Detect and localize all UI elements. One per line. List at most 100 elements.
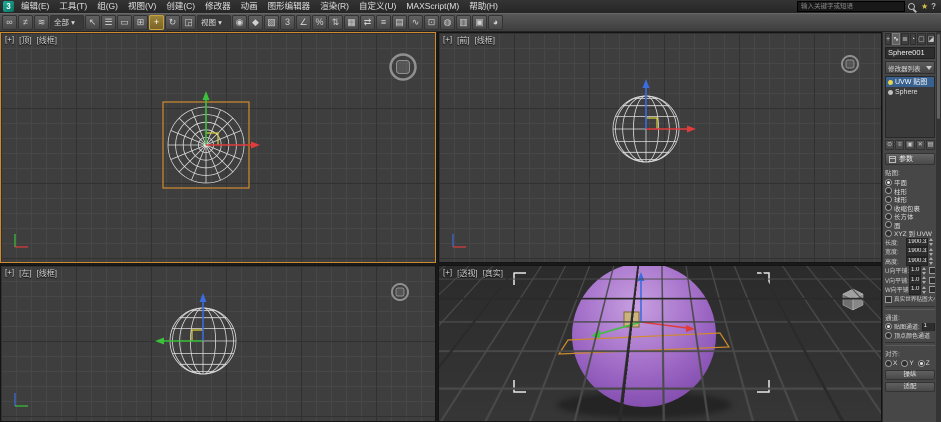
flip-checkbox[interactable] xyxy=(929,267,935,275)
mirror-icon[interactable]: ⇄ xyxy=(360,15,375,30)
manipulate-button[interactable]: 操纵 xyxy=(885,369,935,380)
menu-item[interactable]: 修改器 xyxy=(200,0,236,13)
render-setup-icon[interactable]: ▥ xyxy=(456,15,471,30)
parameters-rollout-header[interactable]: 参数 xyxy=(885,153,935,165)
modifier-visibility-icon[interactable] xyxy=(888,89,893,95)
flip-checkbox[interactable] xyxy=(929,286,935,294)
scrollbar-thumb[interactable] xyxy=(937,34,940,119)
viewport-menu-button[interactable]: [+] xyxy=(5,35,14,46)
mapping-option[interactable]: 长方体 xyxy=(885,212,935,221)
app-logo-icon[interactable]: 3 xyxy=(3,1,14,12)
menu-item[interactable]: 帮助(H) xyxy=(464,0,503,13)
viewport-navigation-icon[interactable] xyxy=(391,283,409,301)
viewport-perspective[interactable]: [+] [透视] [真实] xyxy=(438,265,882,422)
viewport-shading-button[interactable]: [线框] xyxy=(475,35,495,46)
menu-item[interactable]: 渲染(R) xyxy=(315,0,354,13)
viewport-shading-button[interactable]: [线框] xyxy=(37,35,57,46)
select-and-rotate-icon[interactable]: ↻ xyxy=(165,15,180,30)
menu-item[interactable]: 图形编辑器 xyxy=(263,0,316,13)
select-object-icon[interactable]: ↖ xyxy=(85,15,100,30)
pin-stack-icon[interactable]: ⊙ xyxy=(885,140,895,150)
object-name-field[interactable]: Sphere001 xyxy=(885,47,935,59)
unlink-selection-icon[interactable]: ≠ xyxy=(18,15,33,30)
viewport-front[interactable]: [+] [前] [线框] xyxy=(438,32,882,263)
select-and-manipulate-icon[interactable]: ◆ xyxy=(248,15,263,30)
select-by-name-icon[interactable]: ☰ xyxy=(101,15,116,30)
viewport-navigation-icon[interactable] xyxy=(389,53,417,81)
value-field[interactable]: 1.0 xyxy=(909,285,921,295)
create-tab[interactable]: + xyxy=(885,33,892,45)
value-field[interactable]: 1.0 xyxy=(909,266,921,276)
spinner-snap-icon[interactable]: ⇅ xyxy=(328,15,343,30)
viewport-menu-button[interactable]: [+] xyxy=(443,35,452,46)
mapping-option[interactable]: 球形 xyxy=(885,195,935,204)
value-field[interactable]: 1900.32 xyxy=(906,256,928,266)
configure-modifier-sets-icon[interactable]: ▤ xyxy=(925,140,936,150)
menu-item[interactable]: 动画 xyxy=(236,0,263,13)
modifier-list-dropdown[interactable]: 修改器列表 xyxy=(885,61,935,74)
align-axis-option[interactable]: Y xyxy=(901,359,914,367)
viewport-shading-button[interactable]: [线框] xyxy=(37,268,57,279)
viewport-view-button[interactable]: [前] xyxy=(457,35,469,46)
show-end-result-icon[interactable]: ≡ xyxy=(895,140,905,150)
render-production-icon[interactable]: ◕ xyxy=(488,15,503,30)
value-field[interactable]: 1.0 xyxy=(909,275,921,285)
value-field[interactable]: 1900.32 xyxy=(906,247,928,257)
search-icon[interactable] xyxy=(907,3,915,10)
flip-checkbox[interactable] xyxy=(929,276,935,284)
select-and-link-icon[interactable]: ∞ xyxy=(2,15,17,30)
select-and-scale-icon[interactable]: ◲ xyxy=(181,15,196,30)
display-tab[interactable]: ▢ xyxy=(917,33,926,45)
menu-item[interactable]: MAXScript(M) xyxy=(401,0,464,13)
viewport-top[interactable]: [+] [顶] [线框] xyxy=(0,32,436,263)
viewport-menu-button[interactable]: [+] xyxy=(5,268,14,279)
modifier-visibility-icon[interactable] xyxy=(888,79,893,85)
align-axis-option[interactable]: X xyxy=(885,359,897,367)
menu-item[interactable]: 组(G) xyxy=(92,0,123,13)
move-gizmo[interactable] xyxy=(591,272,695,338)
vertex-color-option[interactable]: 顶点颜色通道 xyxy=(885,331,935,340)
map-channel-option[interactable]: 贴图通道: 1 xyxy=(885,322,935,331)
select-and-move-icon[interactable]: + xyxy=(149,15,164,30)
selection-filter-dropdown[interactable]: 全部 ▾ xyxy=(50,15,84,30)
menu-item[interactable]: 自定义(U) xyxy=(354,0,401,13)
percent-snap-icon[interactable]: % xyxy=(312,15,327,30)
mapping-option[interactable]: 收缩包裹 xyxy=(885,204,935,212)
search-input[interactable] xyxy=(796,1,905,12)
fit-button[interactable]: 适配 xyxy=(885,381,935,392)
layer-manager-icon[interactable]: ▤ xyxy=(392,15,407,30)
modify-tab[interactable]: ∿ xyxy=(892,33,900,45)
spinner-buttons[interactable] xyxy=(929,257,935,266)
spinner-buttons[interactable] xyxy=(929,238,935,247)
viewport-menu-button[interactable]: [+] xyxy=(443,268,452,279)
schematic-view-icon[interactable]: ⊡ xyxy=(424,15,439,30)
viewport-view-button[interactable]: [左] xyxy=(19,268,31,279)
mapping-option[interactable]: XYZ 到 UVW xyxy=(885,229,935,238)
menu-item[interactable]: 工具(T) xyxy=(54,0,92,13)
keyboard-shortcut-override-icon[interactable]: ▧ xyxy=(264,15,279,30)
align-axis-option[interactable]: Z xyxy=(917,359,930,367)
reference-coordinate-dropdown[interactable]: 视图 ▾ xyxy=(197,15,231,30)
mapping-option[interactable]: 平面 xyxy=(885,178,935,187)
align-icon[interactable]: ≡ xyxy=(376,15,391,30)
material-editor-icon[interactable]: ◍ xyxy=(440,15,455,30)
viewcube[interactable] xyxy=(842,288,864,311)
utilities-tab[interactable]: ◪ xyxy=(926,33,936,45)
value-field[interactable]: 1900.32 xyxy=(906,237,928,247)
edit-named-selection-sets-icon[interactable]: ▦ xyxy=(344,15,359,30)
viewport-view-button[interactable]: [透视] xyxy=(457,268,477,279)
uvw-map-gizmo[interactable] xyxy=(557,332,731,355)
help-icon[interactable]: ? xyxy=(931,2,936,11)
hierarchy-tab[interactable]: ≣ xyxy=(900,33,909,45)
bind-to-space-warp-icon[interactable]: ≋ xyxy=(34,15,49,30)
mapping-option[interactable]: 面 xyxy=(885,221,935,229)
mapping-option[interactable]: 柱形 xyxy=(885,187,935,195)
angle-snap-icon[interactable]: ∠ xyxy=(296,15,311,30)
menu-item[interactable]: 创建(C) xyxy=(161,0,200,13)
viewport-navigation-icon[interactable] xyxy=(841,55,859,73)
rendered-frame-window-icon[interactable]: ▣ xyxy=(472,15,487,30)
motion-tab[interactable]: ◔ xyxy=(909,33,917,45)
spinner-buttons[interactable] xyxy=(922,285,928,294)
map-channel-field[interactable]: 1 xyxy=(921,322,935,331)
make-unique-icon[interactable]: ▣ xyxy=(905,140,915,150)
